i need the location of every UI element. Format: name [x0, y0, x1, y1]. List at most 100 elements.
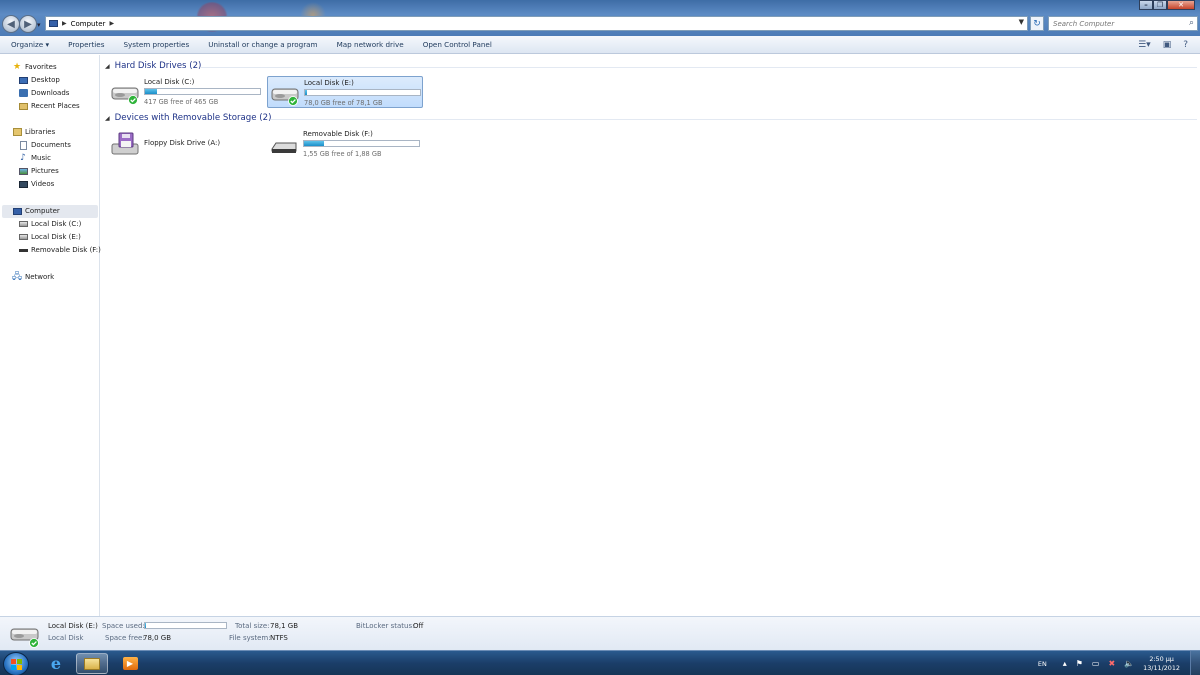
breadcrumb-computer[interactable]: Computer — [71, 20, 106, 28]
minimize-button[interactable]: – — [1139, 0, 1153, 10]
hard-drive-icon — [18, 219, 28, 229]
nav-libraries[interactable]: Libraries — [12, 127, 55, 137]
refresh-icon: ↻ — [1033, 18, 1041, 29]
title-bar: ◀ ▶ ▾ ▶ Computer ▶ ▼ ↻ ⌕ – ❐ ✕ — [0, 0, 1200, 36]
action-center-icon[interactable]: ⚑ — [1076, 659, 1083, 668]
group-title: Hard Disk Drives (2) — [114, 61, 202, 71]
taskbar-media-player[interactable]: ▶ — [114, 653, 146, 674]
nav-removable-disk-f[interactable]: Removable Disk (F:) — [18, 245, 101, 255]
music-icon: ♪ — [20, 153, 26, 163]
organize-label: Organize — [11, 40, 44, 49]
drive-free-space: 417 GB free of 465 GB — [144, 98, 219, 106]
properties-button[interactable]: Properties — [68, 40, 104, 49]
show-hidden-icons-button[interactable]: ▴ — [1063, 659, 1067, 668]
collapse-icon[interactable]: ◢ — [105, 115, 110, 122]
nav-label: Local Disk (E:) — [31, 233, 81, 241]
volume-icon[interactable]: 🔈 — [1124, 659, 1134, 668]
change-view-button[interactable]: ☰▾ — [1138, 40, 1151, 50]
view-options-icon: ☰▾ — [1138, 39, 1151, 50]
chevron-down-icon: ▾ — [45, 40, 50, 49]
search-input[interactable] — [1053, 19, 1178, 28]
uninstall-program-button[interactable]: Uninstall or change a program — [208, 40, 317, 49]
map-network-drive-button[interactable]: Map network drive — [337, 40, 404, 49]
chevron-right-icon[interactable]: ▶ — [62, 20, 67, 27]
media-player-icon: ▶ — [122, 657, 138, 670]
drive-tile-f[interactable]: Removable Disk (F:) 1,55 GB free of 1,88… — [267, 128, 423, 160]
computer-icon — [49, 20, 58, 27]
system-properties-button[interactable]: System properties — [123, 40, 189, 49]
show-desktop-button[interactable] — [1190, 651, 1200, 675]
taskbar-windows-explorer[interactable] — [76, 653, 108, 674]
star-icon: ★ — [12, 62, 22, 72]
nav-desktop[interactable]: Desktop — [18, 75, 60, 85]
nav-videos[interactable]: Videos — [18, 179, 54, 189]
language-indicator[interactable]: EN — [1038, 660, 1047, 668]
hard-drive-icon — [18, 232, 28, 242]
drive-usage-fill — [304, 141, 325, 146]
display-icon[interactable]: ▭ — [1092, 659, 1100, 668]
drive-usage-bar — [303, 140, 420, 147]
maximize-button[interactable]: ❐ — [1153, 0, 1167, 10]
nav-label: Music — [31, 154, 51, 162]
drive-tile-c[interactable]: Local Disk (C:) 417 GB free of 465 GB — [108, 76, 264, 108]
hard-drive-icon — [271, 88, 299, 106]
help-icon: ? — [1183, 39, 1188, 50]
forward-button[interactable]: ▶ — [19, 15, 37, 33]
bitlocker-value: Off — [413, 622, 424, 630]
drive-name: Floppy Disk Drive (A:) — [144, 139, 221, 147]
nav-label: Videos — [31, 180, 55, 188]
total-size-value: 78,1 GB — [270, 622, 299, 630]
back-button[interactable]: ◀ — [2, 15, 20, 33]
drive-tile-a[interactable]: Floppy Disk Drive (A:) — [108, 128, 264, 160]
taskbar-internet-explorer[interactable]: e — [40, 653, 72, 674]
nav-computer[interactable]: Computer — [12, 206, 60, 216]
content-pane: ◢ Hard Disk Drives (2) Local Disk (C:) 4… — [101, 55, 1200, 616]
organize-menu[interactable]: Organize ▾ — [11, 40, 49, 49]
command-bar: Organize ▾ Properties System properties … — [0, 36, 1200, 54]
nav-local-disk-e[interactable]: Local Disk (E:) — [18, 232, 81, 242]
nav-local-disk-c[interactable]: Local Disk (C:) — [18, 219, 81, 229]
address-dropdown-icon[interactable]: ▼ — [1019, 18, 1024, 26]
clock[interactable]: 2:50 μμ 13/11/2012 — [1143, 655, 1180, 673]
details-pane: Local Disk (E:) Local Disk Space used: S… — [0, 616, 1200, 650]
space-used-bar — [144, 622, 227, 629]
folder-icon — [84, 657, 100, 670]
chevron-right-icon[interactable]: ▶ — [109, 20, 114, 27]
drive-tile-e[interactable]: Local Disk (E:) 78,0 GB free of 78,1 GB — [267, 76, 423, 108]
nav-pictures[interactable]: Pictures — [18, 166, 59, 176]
group-header-removable[interactable]: ◢ Devices with Removable Storage (2) — [105, 113, 271, 123]
drive-name: Removable Disk (F:) — [303, 130, 373, 138]
search-box[interactable]: ⌕ — [1048, 16, 1198, 31]
recent-pages-dropdown[interactable]: ▾ — [37, 21, 41, 29]
space-used-label: Space used: — [102, 622, 145, 630]
nav-documents[interactable]: Documents — [18, 140, 71, 150]
refresh-button[interactable]: ↻ — [1030, 16, 1044, 31]
desktop-icon — [18, 75, 28, 85]
nav-network[interactable]: 🖧 Network — [12, 272, 54, 282]
nav-label: Network — [25, 273, 55, 281]
collapse-icon[interactable]: ◢ — [105, 63, 110, 70]
nav-downloads[interactable]: Downloads — [18, 88, 69, 98]
computer-icon — [12, 206, 22, 216]
group-header-hard-disks[interactable]: ◢ Hard Disk Drives (2) — [105, 61, 201, 71]
space-free-label: Space free: — [105, 634, 145, 642]
search-icon[interactable]: ⌕ — [1189, 18, 1194, 28]
clock-time: 2:50 μμ — [1149, 654, 1174, 663]
drive-name: Local Disk (E:) — [304, 79, 354, 87]
preview-pane-button[interactable]: ▣ — [1163, 40, 1172, 50]
help-button[interactable]: ? — [1183, 40, 1188, 50]
nav-music[interactable]: ♪ Music — [18, 153, 51, 163]
nav-label: Favorites — [25, 63, 57, 71]
start-button[interactable] — [3, 652, 29, 675]
downloads-icon — [18, 88, 28, 98]
nav-favorites[interactable]: ★ Favorites — [12, 62, 57, 72]
address-bar[interactable]: ▶ Computer ▶ ▼ — [45, 16, 1028, 31]
group-divider — [271, 119, 1197, 120]
nav-recent-places[interactable]: Recent Places — [18, 101, 80, 111]
hard-drive-icon — [10, 628, 39, 648]
open-control-panel-button[interactable]: Open Control Panel — [423, 40, 492, 49]
clock-date: 13/11/2012 — [1143, 663, 1180, 672]
network-status-icon[interactable]: ✖ — [1108, 659, 1115, 668]
group-title: Devices with Removable Storage (2) — [114, 113, 272, 123]
close-button[interactable]: ✕ — [1167, 0, 1195, 10]
